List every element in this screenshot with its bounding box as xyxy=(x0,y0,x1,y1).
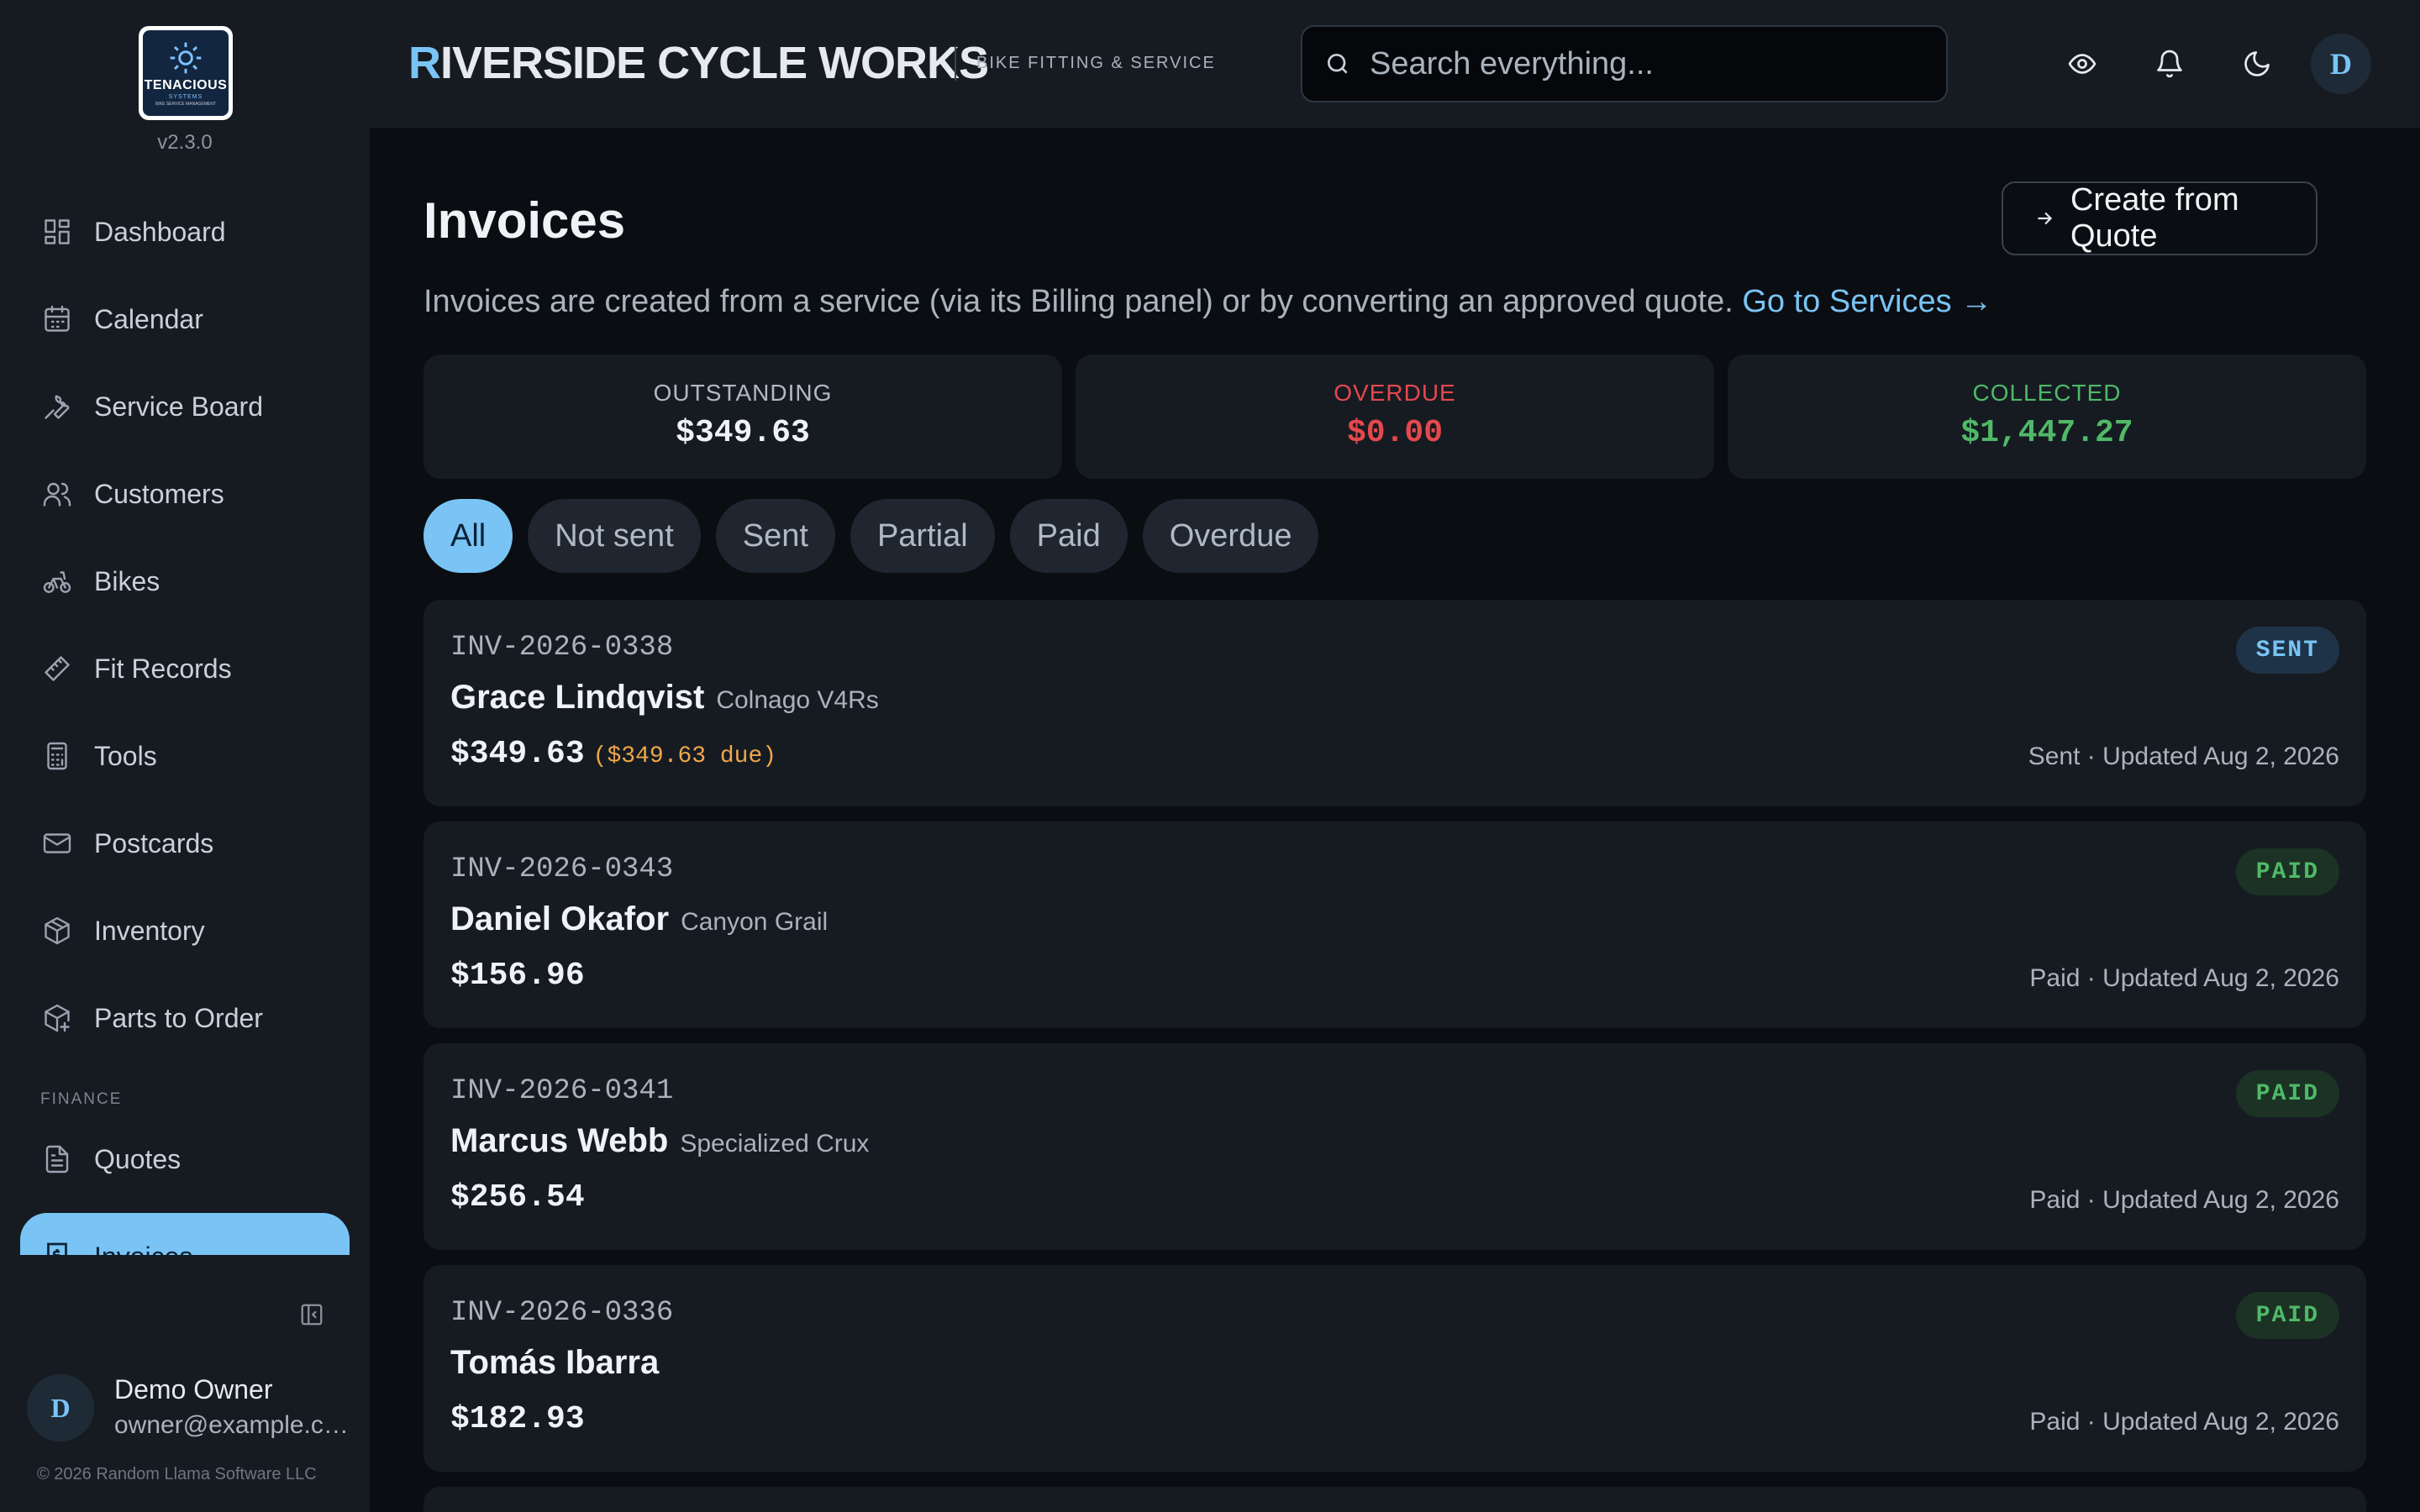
invoice-meta: Paid · Updated Aug 2, 2026 xyxy=(2029,964,2339,992)
invoice-meta: Paid · Updated Aug 2, 2026 xyxy=(2029,1186,2339,1214)
invoice-card[interactable]: INV-2026-0338 Grace Lindqvist Colnago V4R… xyxy=(424,600,2366,806)
invoice-amount: $156.96 xyxy=(450,958,585,994)
bike-name: Canyon Grail xyxy=(681,908,829,936)
sidebar-item-postcards[interactable]: Postcards xyxy=(20,800,350,887)
page-title: Invoices xyxy=(424,192,626,249)
invoice-amount: $256.54 xyxy=(450,1179,585,1215)
moon-icon xyxy=(2244,51,2270,76)
search-icon xyxy=(1328,54,1348,74)
user-avatar[interactable]: D xyxy=(27,1374,94,1441)
invoice-meta: Paid · Updated Aug 2, 2026 xyxy=(2029,1408,2339,1436)
sidebar-item-invoices[interactable]: Invoices xyxy=(20,1213,350,1255)
stat-collected: COLLECTED $1,447.27 xyxy=(1728,354,2366,479)
status-badge: PAID xyxy=(2235,848,2339,895)
filter-all[interactable]: All xyxy=(424,499,513,573)
status-badge: PAID xyxy=(2235,1070,2339,1117)
sidebar-item-dashboard[interactable]: Dashboard xyxy=(20,188,350,276)
collapse-sidebar-button[interactable] xyxy=(299,1302,324,1327)
invoice-meta: Sent · Updated Aug 2, 2026 xyxy=(2028,743,2339,770)
stat-overdue: OVERDUE $0.00 xyxy=(1076,354,1714,479)
create-from-quote-button[interactable]: Create from Quote xyxy=(2002,181,2317,255)
invoice-card[interactable]: INV-2026-0341 Marcus Webb Specialized Cru… xyxy=(424,1043,2366,1250)
brand-divider xyxy=(955,47,956,81)
main-content: Invoices Create from Quote Invoices are … xyxy=(370,128,2420,1512)
top-header: RIVERSIDE CYCLE WORKS BIKE FITTING & SER… xyxy=(370,0,2420,128)
header-avatar[interactable]: D xyxy=(2311,34,2371,94)
sidebar-item-tools[interactable]: Tools xyxy=(20,712,350,800)
sidebar-nav: Dashboard Calendar Service Board Custome… xyxy=(20,188,350,1203)
global-search[interactable] xyxy=(1301,25,1948,102)
panel-collapse-icon xyxy=(301,1304,323,1326)
copyright: © 2026 Random Llama Software LLC xyxy=(37,1465,317,1483)
invoice-amount: $349.63 xyxy=(450,736,585,772)
invoice-number: INV-2026-0343 xyxy=(450,853,674,885)
wrench-icon xyxy=(40,390,74,423)
sidebar: TENACIOUS SYSTEMS BIKE SERVICE MANAGEMEN… xyxy=(0,0,370,1512)
sidebar-item-fit-records[interactable]: Fit Records xyxy=(20,625,350,712)
brand-title[interactable]: RIVERSIDE CYCLE WORKS xyxy=(408,37,989,89)
gear-icon xyxy=(170,42,202,74)
notifications-button[interactable] xyxy=(2151,45,2188,82)
stat-outstanding: OUTSTANDING $349.63 xyxy=(424,354,1062,479)
invoice-number: INV-2026-0341 xyxy=(450,1075,674,1107)
document-icon xyxy=(40,1142,74,1176)
customer-name: Marcus Webb xyxy=(450,1122,669,1159)
sidebar-item-quotes[interactable]: Quotes xyxy=(20,1116,350,1203)
user-email: owner@example.com xyxy=(114,1411,358,1439)
sidebar-item-bikes[interactable]: Bikes xyxy=(20,538,350,625)
nav-section-finance: FINANCE xyxy=(40,1090,123,1108)
brand-subtitle: BIKE FITTING & SERVICE xyxy=(976,54,1216,72)
invoice-card[interactable]: INV-2026-0343 Daniel Okafor Canyon Grail … xyxy=(424,822,2366,1028)
invoice-icon xyxy=(40,1240,74,1255)
arrow-right-icon xyxy=(2038,212,2053,225)
filter-partial[interactable]: Partial xyxy=(850,499,995,573)
customer-name: Daniel Okafor xyxy=(450,900,670,937)
filter-paid[interactable]: Paid xyxy=(1009,499,1128,573)
invoice-number: INV-2026-0336 xyxy=(450,1297,674,1329)
box-icon xyxy=(40,914,74,948)
customer-name: Tomás Ibarra xyxy=(450,1344,660,1381)
go-to-services-link[interactable]: Go to Services → xyxy=(1742,284,1992,319)
ruler-icon xyxy=(40,652,74,685)
calendar-icon xyxy=(40,302,74,336)
app-logo[interactable]: TENACIOUS SYSTEMS BIKE SERVICE MANAGEMEN… xyxy=(139,26,233,120)
user-name: Demo Owner xyxy=(114,1374,273,1404)
invoice-amount: $182.93 xyxy=(450,1401,585,1437)
mail-icon xyxy=(40,827,74,860)
bike-icon xyxy=(40,564,74,598)
visibility-toggle-button[interactable] xyxy=(2064,45,2101,82)
bike-name: Colnago V4Rs xyxy=(716,686,879,714)
amount-due: ($349.63 due) xyxy=(592,743,777,769)
intro-text: Invoices are created from a service (via… xyxy=(424,284,1993,319)
status-badge: PAID xyxy=(2235,1292,2339,1339)
search-input[interactable] xyxy=(1370,45,1924,82)
bike-name: Specialized Crux xyxy=(680,1130,870,1158)
theme-toggle-button[interactable] xyxy=(2238,45,2275,82)
invoice-card[interactable]: INV-2026-0336 Tomás Ibarra $182.93 PAID … xyxy=(424,1265,2366,1472)
users-icon xyxy=(40,477,74,511)
eye-icon xyxy=(2068,54,2096,74)
sidebar-item-calendar[interactable]: Calendar xyxy=(20,276,350,363)
status-badge: SENT xyxy=(2235,627,2339,674)
filter-sent[interactable]: Sent xyxy=(715,499,835,573)
app-version: v2.3.0 xyxy=(157,131,213,154)
sidebar-item-inventory[interactable]: Inventory xyxy=(20,887,350,974)
bell-icon xyxy=(2157,50,2182,78)
package-plus-icon xyxy=(40,1001,74,1035)
sidebar-item-customers[interactable]: Customers xyxy=(20,450,350,538)
calculator-icon xyxy=(40,739,74,773)
filter-overdue[interactable]: Overdue xyxy=(1142,499,1319,573)
sidebar-item-service-board[interactable]: Service Board xyxy=(20,363,350,450)
invoice-number: INV-2026-0338 xyxy=(450,632,674,664)
dashboard-icon xyxy=(40,215,74,249)
status-filters: All Not sent Sent Partial Paid Overdue xyxy=(424,499,1334,573)
sidebar-item-parts-to-order[interactable]: Parts to Order xyxy=(20,974,350,1062)
filter-not-sent[interactable]: Not sent xyxy=(528,499,701,573)
customer-name: Grace Lindqvist xyxy=(450,679,705,716)
invoice-card[interactable] xyxy=(424,1487,2366,1512)
